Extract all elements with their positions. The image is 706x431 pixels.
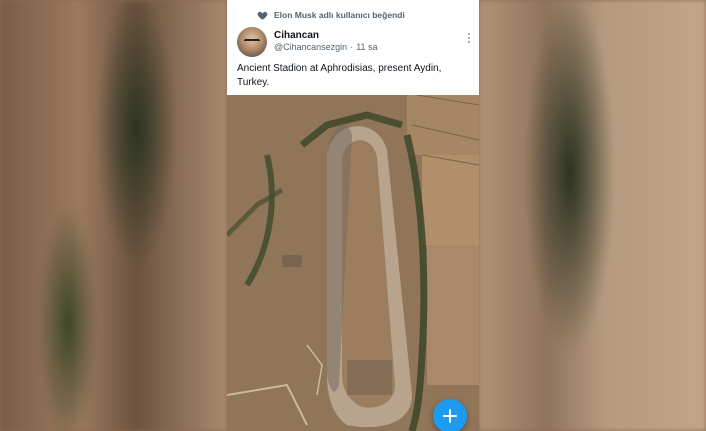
blurred-background-left: [0, 0, 227, 431]
plus-icon: [443, 409, 457, 423]
tweet-card[interactable]: Elon Musk adlı kullanıcı beğendi Cihanca…: [227, 0, 479, 431]
author-meta: @Cihancansezgin · 11 sa: [274, 42, 378, 52]
meta-separator: ·: [350, 42, 354, 52]
social-context: Elon Musk adlı kullanıcı beğendi: [257, 8, 405, 22]
author-handle[interactable]: @Cihancansezgin: [274, 42, 347, 52]
tweet-photo[interactable]: [227, 95, 479, 431]
liked-by-text: Elon Musk adlı kullanıcı beğendi: [274, 10, 405, 20]
blurred-background-right: [479, 0, 706, 431]
stadion-aerial-image: [227, 95, 479, 431]
more-icon[interactable]: [467, 32, 471, 44]
tweet-text: Ancient Stadion at Aphrodisias, present …: [237, 63, 442, 88]
author-name[interactable]: Cihancan: [274, 30, 319, 41]
compose-button[interactable]: [433, 399, 467, 431]
heart-icon: [257, 11, 268, 20]
avatar-glasses: [244, 39, 260, 45]
tweet-time[interactable]: 11 sa: [356, 42, 377, 52]
avatar[interactable]: [237, 27, 267, 57]
